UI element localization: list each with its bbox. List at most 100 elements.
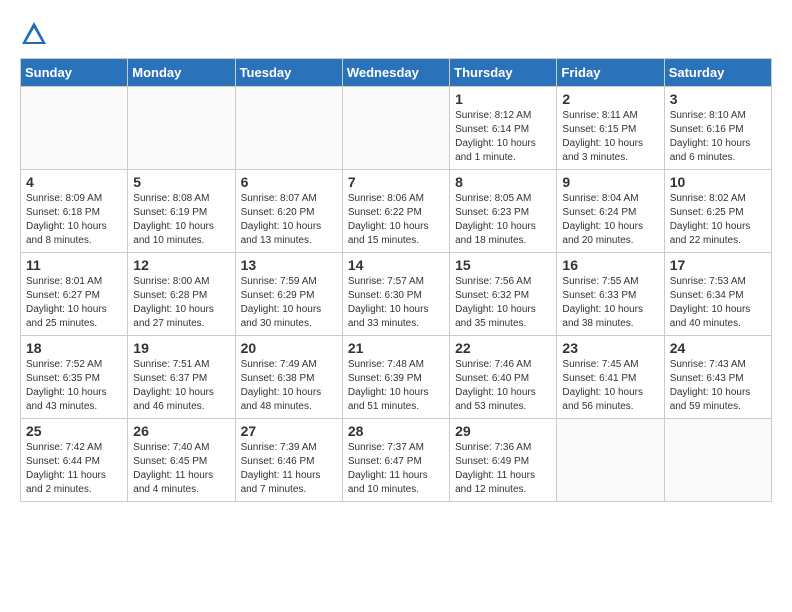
day-number: 22 xyxy=(455,340,551,356)
calendar-cell: 18Sunrise: 7:52 AM Sunset: 6:35 PM Dayli… xyxy=(21,336,128,419)
day-number: 1 xyxy=(455,91,551,107)
calendar-cell xyxy=(21,87,128,170)
calendar-cell: 22 Sunrise: 7:46 AM Sunset: 6:40 PM Dayli… xyxy=(450,336,557,419)
header-wednesday: Wednesday xyxy=(342,59,449,87)
day-info: Sunrise: 7:43 AM Sunset: 6:43 PM Dayligh… xyxy=(670,358,766,414)
day-info: Sunrise: 7:56 AM Sunset: 6:32 PM Dayligh… xyxy=(455,275,551,331)
calendar-cell: 29 Sunrise: 7:36 AM Sunset: 6:49 PM Dayli… xyxy=(450,419,557,502)
day-number: 20 xyxy=(241,340,337,356)
day-info: Sunrise: 8:01 AM Sunset: 6:27 PM Dayligh… xyxy=(26,275,122,331)
day-info: Sunrise: 7:39 AM Sunset: 6:46 PM Dayligh… xyxy=(241,441,337,497)
day-number: 16 xyxy=(562,257,658,273)
calendar-cell xyxy=(664,419,771,502)
day-number: 15 xyxy=(455,257,551,273)
day-info: Sunrise: 7:36 AM Sunset: 6:49 PM Dayligh… xyxy=(455,441,551,497)
day-info: Sunrise: 7:42 AM Sunset: 6:44 PM Dayligh… xyxy=(26,441,122,497)
calendar-cell: 17Sunrise: 7:53 AM Sunset: 6:34 PM Dayli… xyxy=(664,253,771,336)
day-number: 8 xyxy=(455,174,551,190)
calendar-cell: 26 Sunrise: 7:40 AM Sunset: 6:45 PM Dayli… xyxy=(128,419,235,502)
calendar-cell xyxy=(235,87,342,170)
day-number: 26 xyxy=(133,423,229,439)
day-info: Sunrise: 8:09 AM Sunset: 6:18 PM Dayligh… xyxy=(26,192,122,248)
day-number: 10 xyxy=(670,174,766,190)
calendar-cell: 8 Sunrise: 8:05 AM Sunset: 6:23 PM Daylig… xyxy=(450,170,557,253)
calendar-cell: 7 Sunrise: 8:06 AM Sunset: 6:22 PM Daylig… xyxy=(342,170,449,253)
calendar-cell: 19 Sunrise: 7:51 AM Sunset: 6:37 PM Dayli… xyxy=(128,336,235,419)
header-friday: Friday xyxy=(557,59,664,87)
calendar-cell: 15 Sunrise: 7:56 AM Sunset: 6:32 PM Dayli… xyxy=(450,253,557,336)
calendar-cell: 23 Sunrise: 7:45 AM Sunset: 6:41 PM Dayli… xyxy=(557,336,664,419)
calendar-cell: 6 Sunrise: 8:07 AM Sunset: 6:20 PM Daylig… xyxy=(235,170,342,253)
day-info: Sunrise: 8:04 AM Sunset: 6:24 PM Dayligh… xyxy=(562,192,658,248)
day-info: Sunrise: 7:45 AM Sunset: 6:41 PM Dayligh… xyxy=(562,358,658,414)
day-info: Sunrise: 7:51 AM Sunset: 6:37 PM Dayligh… xyxy=(133,358,229,414)
calendar-cell: 14 Sunrise: 7:57 AM Sunset: 6:30 PM Dayli… xyxy=(342,253,449,336)
day-info: Sunrise: 7:57 AM Sunset: 6:30 PM Dayligh… xyxy=(348,275,444,331)
day-number: 17 xyxy=(670,257,766,273)
day-info: Sunrise: 8:10 AM Sunset: 6:16 PM Dayligh… xyxy=(670,109,766,165)
calendar-table: SundayMondayTuesdayWednesdayThursdayFrid… xyxy=(20,58,772,502)
calendar-week-row: 1 Sunrise: 8:12 AM Sunset: 6:14 PM Daylig… xyxy=(21,87,772,170)
day-number: 25 xyxy=(26,423,122,439)
day-info: Sunrise: 7:48 AM Sunset: 6:39 PM Dayligh… xyxy=(348,358,444,414)
day-info: Sunrise: 8:00 AM Sunset: 6:28 PM Dayligh… xyxy=(133,275,229,331)
day-info: Sunrise: 7:46 AM Sunset: 6:40 PM Dayligh… xyxy=(455,358,551,414)
logo xyxy=(20,20,52,48)
header-thursday: Thursday xyxy=(450,59,557,87)
day-number: 29 xyxy=(455,423,551,439)
day-info: Sunrise: 7:40 AM Sunset: 6:45 PM Dayligh… xyxy=(133,441,229,497)
logo-icon xyxy=(20,20,48,48)
day-info: Sunrise: 8:06 AM Sunset: 6:22 PM Dayligh… xyxy=(348,192,444,248)
calendar-cell: 12 Sunrise: 8:00 AM Sunset: 6:28 PM Dayli… xyxy=(128,253,235,336)
day-info: Sunrise: 7:37 AM Sunset: 6:47 PM Dayligh… xyxy=(348,441,444,497)
calendar-cell: 27 Sunrise: 7:39 AM Sunset: 6:46 PM Dayli… xyxy=(235,419,342,502)
calendar-cell: 13Sunrise: 7:59 AM Sunset: 6:29 PM Dayli… xyxy=(235,253,342,336)
day-number: 27 xyxy=(241,423,337,439)
day-number: 6 xyxy=(241,174,337,190)
calendar-cell: 20 Sunrise: 7:49 AM Sunset: 6:38 PM Dayli… xyxy=(235,336,342,419)
calendar-cell: 21 Sunrise: 7:48 AM Sunset: 6:39 PM Dayli… xyxy=(342,336,449,419)
header-monday: Monday xyxy=(128,59,235,87)
calendar-cell: 5 Sunrise: 8:08 AM Sunset: 6:19 PM Daylig… xyxy=(128,170,235,253)
day-info: Sunrise: 8:08 AM Sunset: 6:19 PM Dayligh… xyxy=(133,192,229,248)
day-number: 21 xyxy=(348,340,444,356)
day-info: Sunrise: 7:49 AM Sunset: 6:38 PM Dayligh… xyxy=(241,358,337,414)
header-saturday: Saturday xyxy=(664,59,771,87)
day-info: Sunrise: 8:05 AM Sunset: 6:23 PM Dayligh… xyxy=(455,192,551,248)
day-number: 23 xyxy=(562,340,658,356)
calendar-cell xyxy=(557,419,664,502)
day-number: 7 xyxy=(348,174,444,190)
calendar-week-row: 18Sunrise: 7:52 AM Sunset: 6:35 PM Dayli… xyxy=(21,336,772,419)
calendar-cell: 10 Sunrise: 8:02 AM Sunset: 6:25 PM Dayli… xyxy=(664,170,771,253)
calendar-cell: 11 Sunrise: 8:01 AM Sunset: 6:27 PM Dayli… xyxy=(21,253,128,336)
day-number: 3 xyxy=(670,91,766,107)
calendar-week-row: 11 Sunrise: 8:01 AM Sunset: 6:27 PM Dayli… xyxy=(21,253,772,336)
day-number: 28 xyxy=(348,423,444,439)
calendar-week-row: 25 Sunrise: 7:42 AM Sunset: 6:44 PM Dayli… xyxy=(21,419,772,502)
day-info: Sunrise: 8:11 AM Sunset: 6:15 PM Dayligh… xyxy=(562,109,658,165)
calendar-cell: 9 Sunrise: 8:04 AM Sunset: 6:24 PM Daylig… xyxy=(557,170,664,253)
calendar-cell: 16 Sunrise: 7:55 AM Sunset: 6:33 PM Dayli… xyxy=(557,253,664,336)
calendar-cell xyxy=(342,87,449,170)
day-info: Sunrise: 8:12 AM Sunset: 6:14 PM Dayligh… xyxy=(455,109,551,165)
calendar-cell: 4Sunrise: 8:09 AM Sunset: 6:18 PM Daylig… xyxy=(21,170,128,253)
day-number: 2 xyxy=(562,91,658,107)
calendar-cell: 24Sunrise: 7:43 AM Sunset: 6:43 PM Dayli… xyxy=(664,336,771,419)
calendar-cell: 1 Sunrise: 8:12 AM Sunset: 6:14 PM Daylig… xyxy=(450,87,557,170)
day-number: 5 xyxy=(133,174,229,190)
calendar-cell: 28 Sunrise: 7:37 AM Sunset: 6:47 PM Dayli… xyxy=(342,419,449,502)
day-number: 11 xyxy=(26,257,122,273)
header-sunday: Sunday xyxy=(21,59,128,87)
day-info: Sunrise: 8:07 AM Sunset: 6:20 PM Dayligh… xyxy=(241,192,337,248)
header-tuesday: Tuesday xyxy=(235,59,342,87)
day-number: 9 xyxy=(562,174,658,190)
day-number: 12 xyxy=(133,257,229,273)
day-info: Sunrise: 8:02 AM Sunset: 6:25 PM Dayligh… xyxy=(670,192,766,248)
calendar-cell xyxy=(128,87,235,170)
day-info: Sunrise: 7:55 AM Sunset: 6:33 PM Dayligh… xyxy=(562,275,658,331)
calendar-header-row: SundayMondayTuesdayWednesdayThursdayFrid… xyxy=(21,59,772,87)
calendar-cell: 3 Sunrise: 8:10 AM Sunset: 6:16 PM Daylig… xyxy=(664,87,771,170)
day-number: 13 xyxy=(241,257,337,273)
day-number: 14 xyxy=(348,257,444,273)
day-number: 19 xyxy=(133,340,229,356)
